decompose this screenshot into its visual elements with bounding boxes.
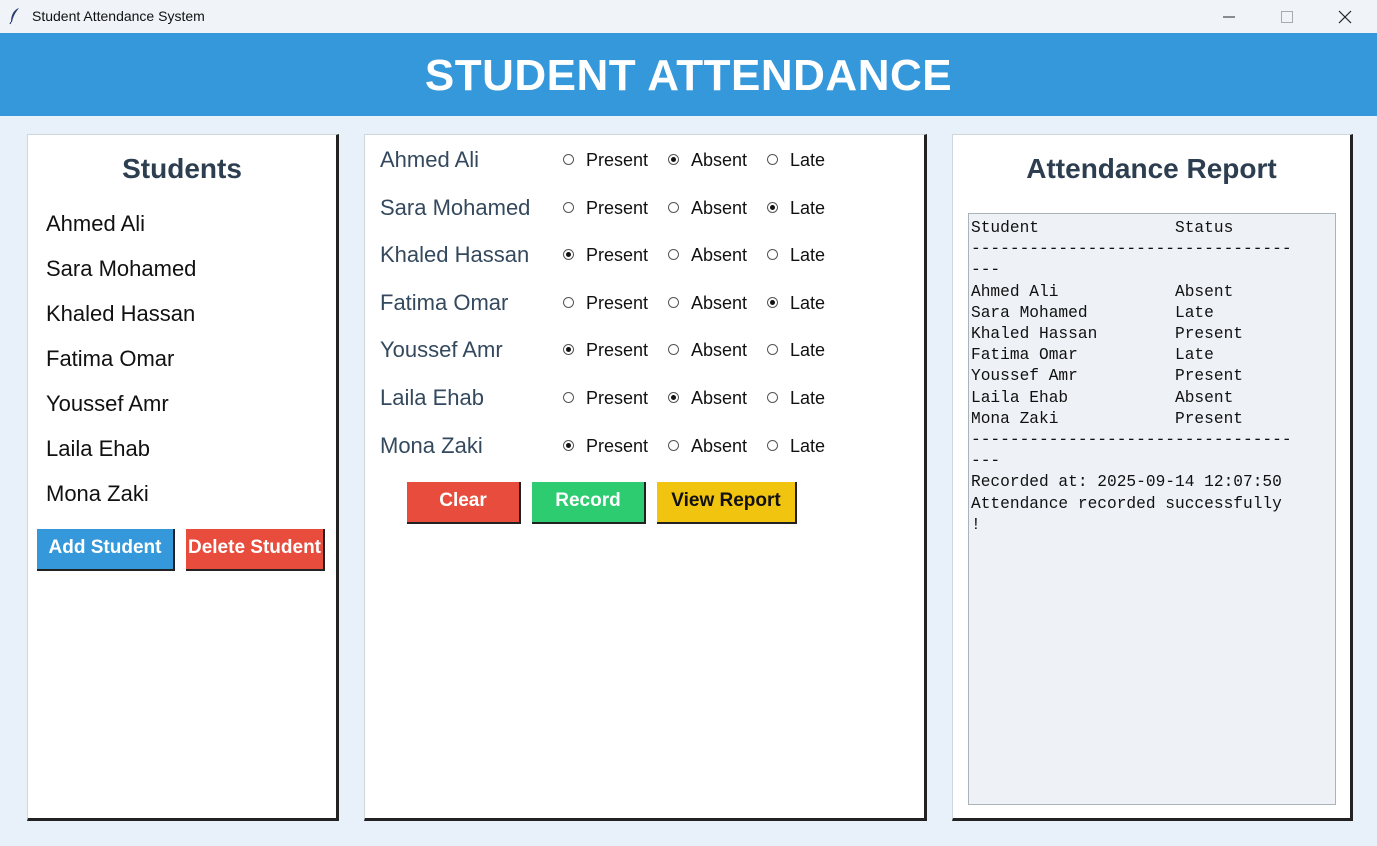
report-line: Attendance recorded successfully [971, 494, 1282, 513]
close-icon [1338, 10, 1352, 24]
attendance-student-name: Youssef Amr [380, 337, 503, 363]
student-list-item[interactable]: Mona Zaki [46, 481, 149, 507]
radio-present[interactable] [563, 201, 574, 213]
radio-label-absent[interactable]: Absent [691, 388, 747, 409]
radio-absent[interactable] [668, 154, 679, 165]
radio-present[interactable] [563, 344, 574, 356]
report-line: --- [971, 261, 1001, 280]
students-title: Students [122, 153, 242, 184]
radio-label-late[interactable]: Late [790, 245, 825, 266]
attendance-student-name: Fatima Omar [380, 289, 509, 315]
radio-label-present[interactable]: Present [586, 245, 648, 266]
report-line: Ahmed Ali Absent [971, 282, 1234, 301]
feather-icon [9, 8, 19, 25]
window-title: Student Attendance System [32, 8, 205, 24]
attendance-student-name: Ahmed Ali [380, 147, 480, 172]
radio-absent[interactable] [668, 392, 679, 403]
clear-button[interactable]: Clear [407, 482, 521, 524]
close-button[interactable] [1316, 0, 1374, 33]
radio-late[interactable] [767, 249, 778, 261]
attendance-student-name: Khaled Hassan [380, 242, 530, 268]
radio-label-late[interactable]: Late [790, 293, 825, 314]
delete-student-button[interactable]: Delete Student [186, 529, 325, 571]
attendance-panel: Ahmed Ali Present Absent Late Sara Mohamed Pr… [364, 134, 927, 821]
report-line: Student Status [971, 219, 1234, 237]
radio-late[interactable] [767, 201, 778, 213]
radio-label-present[interactable]: Present [586, 293, 648, 314]
radio-absent[interactable] [668, 296, 679, 308]
report-line: Laila Ehab Absent [971, 388, 1234, 407]
radio-present[interactable] [563, 392, 574, 403]
student-list-item[interactable]: Laila Ehab [46, 436, 150, 462]
radio-label-present[interactable]: Present [586, 340, 648, 361]
radio-label-late[interactable]: Late [790, 198, 825, 219]
radio-label-present[interactable]: Present [586, 388, 648, 409]
attendance-student-name: Sara Mohamed [380, 194, 531, 220]
radio-present[interactable] [563, 154, 574, 165]
radio-absent[interactable] [668, 249, 679, 261]
radio-present[interactable] [563, 439, 574, 451]
radio-present[interactable] [563, 249, 574, 261]
radio-late[interactable] [767, 439, 778, 451]
radio-late[interactable] [767, 296, 778, 308]
radio-label-late[interactable]: Late [790, 150, 825, 171]
radio-label-absent[interactable]: Absent [691, 150, 747, 171]
add-student-button[interactable]: Add Student [37, 529, 175, 571]
attendance-student-name: Mona Zaki [380, 432, 483, 458]
radio-label-late[interactable]: Late [790, 436, 825, 457]
student-list-item[interactable]: Khaled Hassan [46, 301, 195, 327]
radio-label-late[interactable]: Late [790, 388, 825, 409]
report-line: Khaled Hassan Present [971, 325, 1243, 344]
report-line: --- [971, 452, 1001, 471]
radio-late[interactable] [767, 392, 778, 403]
radio-present[interactable] [563, 296, 574, 308]
radio-absent[interactable] [668, 439, 679, 451]
attendance-student-name: Laila Ehab [380, 385, 484, 410]
report-line: Youssef Amr Present [971, 367, 1243, 386]
view-report-button[interactable]: View Report [657, 482, 797, 524]
title-bar: Student Attendance System [0, 0, 1377, 34]
report-line: --------------------------------- [971, 431, 1292, 450]
radio-absent[interactable] [668, 344, 679, 356]
maximize-button[interactable] [1258, 0, 1316, 33]
report-panel: Attendance Report Student Status --------… [952, 134, 1353, 821]
radio-label-present[interactable]: Present [586, 198, 648, 219]
student-list-item[interactable]: Sara Mohamed [46, 256, 196, 282]
header-banner: STUDENT ATTENDANCE [0, 33, 1377, 116]
student-list-item[interactable]: Ahmed Ali [46, 211, 145, 237]
report-line: Recorded at: 2025-09-14 12:07:50 [971, 473, 1282, 492]
student-list-item[interactable]: Youssef Amr [46, 391, 169, 417]
report-line: Sara Mohamed Late [971, 303, 1214, 322]
minimize-icon [1223, 16, 1235, 18]
maximize-icon [1281, 11, 1293, 23]
radio-label-absent[interactable]: Absent [691, 436, 747, 457]
report-line: Fatima Omar Late [971, 346, 1214, 365]
student-list-item[interactable]: Fatima Omar [46, 346, 174, 372]
report-line: --------------------------------- [971, 240, 1292, 259]
radio-label-present[interactable]: Present [586, 436, 648, 457]
record-button[interactable]: Record [532, 482, 646, 524]
header-title: STUDENT ATTENDANCE [424, 51, 953, 100]
radio-absent[interactable] [668, 201, 679, 213]
radio-label-absent[interactable]: Absent [691, 340, 747, 361]
report-line: ! [971, 515, 981, 534]
radio-label-present[interactable]: Present [586, 150, 648, 171]
radio-late[interactable] [767, 154, 778, 165]
radio-label-absent[interactable]: Absent [691, 198, 747, 219]
minimize-button[interactable] [1200, 0, 1258, 33]
radio-label-absent[interactable]: Absent [691, 245, 747, 266]
students-panel: Students Ahmed Ali Sara Mohamed Khaled H… [27, 134, 339, 821]
radio-late[interactable] [767, 344, 778, 356]
radio-label-late[interactable]: Late [790, 340, 825, 361]
report-title: Attendance Report [1026, 153, 1277, 184]
report-line: Mona Zaki Present [971, 409, 1243, 428]
radio-label-absent[interactable]: Absent [691, 293, 747, 314]
report-textbox[interactable]: Student Status --------------------------… [968, 213, 1336, 805]
